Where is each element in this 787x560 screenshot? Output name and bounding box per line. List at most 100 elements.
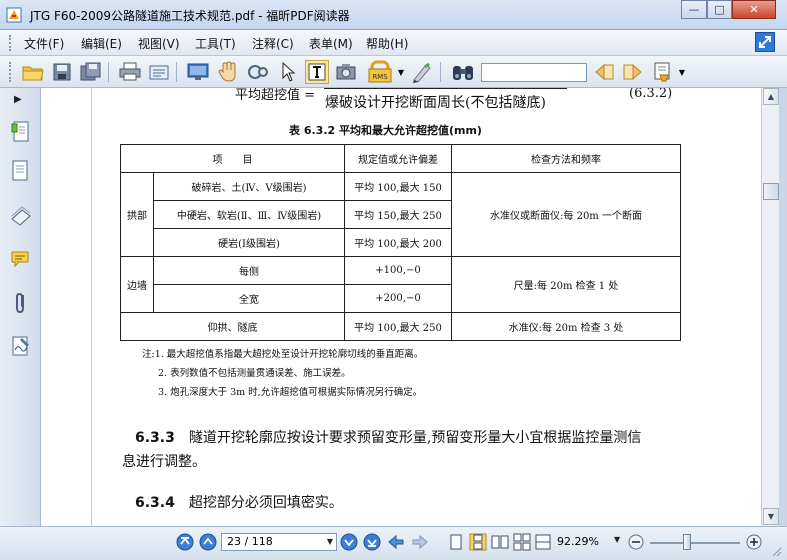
layers-icon[interactable] <box>10 205 32 229</box>
page-left-edge <box>91 88 92 526</box>
signatures-icon[interactable] <box>10 334 32 358</box>
page-thumbnails-icon[interactable] <box>10 160 32 184</box>
zoom-tool-icon[interactable] <box>246 60 270 84</box>
table-cell-item: 每侧 <box>153 256 345 285</box>
table-cell-item: 中硬岩、软岩(Ⅱ、Ⅲ、Ⅳ级围岩) <box>153 200 345 229</box>
table-cell-value: 平均 150,最大 250 <box>344 200 452 229</box>
maximize-button[interactable]: □ <box>707 0 732 19</box>
table-cell-value: 平均 100,最大 250 <box>344 312 452 341</box>
menu-view[interactable]: 视图(V) <box>138 35 180 52</box>
menu-forms[interactable]: 表单(M) <box>309 35 353 52</box>
menu-file[interactable]: 文件(F) <box>24 35 64 52</box>
menu-bar: 文件(F) 编辑(E) 视图(V) 工具(T) 注释(C) 表单(M) 帮助(H… <box>0 30 787 56</box>
text-select-icon[interactable] <box>305 60 329 84</box>
comments-icon[interactable] <box>10 248 32 272</box>
snapshot-icon[interactable] <box>334 60 358 84</box>
page-dropdown-arrow-icon[interactable]: ▼ <box>324 534 336 550</box>
window-title: JTG F60-2009公路隧道施工技术规范.pdf - 福昕PDF阅读器 <box>30 9 350 23</box>
zoom-level[interactable]: 92.29% <box>557 535 599 548</box>
go-back-icon[interactable] <box>387 533 405 551</box>
restore-document-icon[interactable] <box>755 32 775 52</box>
overbreak-table: 项 目 规定值或允许偏差 检查方法和频率 拱部 破碎岩、土(Ⅳ、Ⅴ级围岩) 平均… <box>120 144 681 341</box>
table-cell-item: 硬岩(Ⅰ级围岩) <box>153 228 345 257</box>
menu-help[interactable]: 帮助(H) <box>366 35 408 52</box>
save-icon[interactable] <box>50 60 74 84</box>
rms-icon[interactable]: RMS <box>367 60 395 84</box>
fraction-line <box>324 88 567 89</box>
scroll-down-icon[interactable]: ▼ <box>763 508 779 525</box>
print-icon[interactable] <box>118 60 142 84</box>
clause-6-3-4: 6.3.4 超挖部分必须回填密实。 <box>135 492 343 512</box>
table-row: 边墙 每侧 +100,−0 尺量:每 20m 检查 1 处 <box>120 256 681 313</box>
first-page-icon[interactable] <box>176 533 194 551</box>
clause-number: 6.3.3 <box>135 430 175 446</box>
zoom-slider-thumb[interactable] <box>683 534 691 550</box>
window-right-border <box>779 88 787 560</box>
table-row: 拱部 破碎岩、土(Ⅳ、Ⅴ级围岩) 平均 100,最大 150 水准仪或断面仪:每… <box>120 172 681 257</box>
clause-text: 隧道开挖轮廓应按设计要求预留变形量,预留变形量大小宜根据监控量测信 <box>188 430 642 446</box>
find-binoculars-icon[interactable] <box>451 60 475 84</box>
select-arrow-icon[interactable] <box>276 60 300 84</box>
table-header-item: 项 目 <box>120 144 345 173</box>
menu-comments[interactable]: 注释(C) <box>252 35 294 52</box>
page-number-input[interactable]: 23 / 118 ▼ <box>221 533 337 551</box>
open-folder-icon[interactable] <box>21 60 45 84</box>
email-icon[interactable] <box>147 60 171 84</box>
close-button[interactable]: ✕ <box>732 0 776 19</box>
rms-dropdown-arrow-icon[interactable]: ▼ <box>396 60 406 84</box>
table-caption: 表 6.3.2 平均和最大允许超挖值(mm) <box>289 124 482 137</box>
formula-left-side: 平均超挖值 = <box>235 88 316 103</box>
attachments-icon[interactable] <box>10 291 32 315</box>
highlight-dropdown-arrow-icon[interactable]: ▼ <box>676 60 688 84</box>
note-1: 注:1. 最大超挖值系指最大超挖处至设计开挖轮廓切线的垂直距离。 <box>142 349 424 360</box>
fullscreen-icon[interactable] <box>186 60 210 84</box>
single-page-view-icon[interactable] <box>447 533 465 551</box>
clause-number: 6.3.4 <box>135 495 175 511</box>
typewriter-icon[interactable] <box>410 60 434 84</box>
last-page-icon[interactable] <box>363 533 381 551</box>
toolbar-separator <box>440 62 441 82</box>
search-input[interactable] <box>481 63 587 82</box>
zoom-out-icon[interactable] <box>627 533 645 551</box>
navigation-sidebar: ▶ <box>0 88 41 526</box>
scroll-up-icon[interactable]: ▲ <box>763 88 779 105</box>
main-toolbar: RMS ▼ ▼ <box>0 56 787 88</box>
document-viewport[interactable]: 平均超挖值 = 爆破设计开挖断面周长(不包括隧底) (6.3.2) 表 6.3.… <box>41 88 761 526</box>
expand-panel-icon[interactable]: ▶ <box>14 94 22 105</box>
next-result-icon[interactable] <box>621 60 645 84</box>
group-label: 拱部 <box>120 172 154 257</box>
toolbar-separator <box>176 62 177 82</box>
zoom-slider-track[interactable] <box>650 542 740 544</box>
continuous-view-icon[interactable] <box>469 533 487 551</box>
continuous-facing-view-icon[interactable] <box>513 533 531 551</box>
menu-tools[interactable]: 工具(T) <box>195 35 236 52</box>
resize-grip-icon[interactable] <box>770 545 782 557</box>
table-cell-item: 仰拱、隧底 <box>120 312 345 341</box>
table-cell-method: 水准仪或断面仪:每 20m 一个断面 <box>451 172 681 257</box>
save-as-icon[interactable] <box>79 60 103 84</box>
note-2: 2. 表列数值不包括测量贯通误差、施工误差。 <box>158 368 351 379</box>
scroll-thumb[interactable] <box>763 183 779 200</box>
rms-label: RMS <box>372 73 388 81</box>
zoom-dropdown-arrow-icon[interactable]: ▼ <box>614 535 620 544</box>
menu-edit[interactable]: 编辑(E) <box>81 35 122 52</box>
toolbar-separator <box>108 62 109 82</box>
facing-view-icon[interactable] <box>491 533 509 551</box>
hand-tool-icon[interactable] <box>216 60 240 84</box>
minimize-button[interactable]: — <box>681 0 707 19</box>
go-forward-icon[interactable] <box>411 533 429 551</box>
table-row: 仰拱、隧底 平均 100,最大 250 水准仪:每 20m 检查 3 处 <box>120 312 681 341</box>
title-bar: JTG F60-2009公路隧道施工技术规范.pdf - 福昕PDF阅读器 — … <box>0 0 787 30</box>
table-cell-value: 平均 100,最大 200 <box>344 228 452 257</box>
prev-page-icon[interactable] <box>199 533 217 551</box>
bookmarks-icon[interactable] <box>10 120 32 144</box>
menu-grip <box>9 35 12 51</box>
table-cell-value: +200,−0 <box>344 284 452 313</box>
highlight-icon[interactable] <box>651 60 675 84</box>
zoom-in-icon[interactable] <box>745 533 763 551</box>
prev-result-icon[interactable] <box>592 60 616 84</box>
vertical-scrollbar[interactable]: ▲ ▼ <box>761 88 779 526</box>
next-page-icon[interactable] <box>340 533 358 551</box>
table-cell-method: 水准仪:每 20m 检查 3 处 <box>451 312 681 341</box>
split-view-icon[interactable] <box>534 533 552 551</box>
